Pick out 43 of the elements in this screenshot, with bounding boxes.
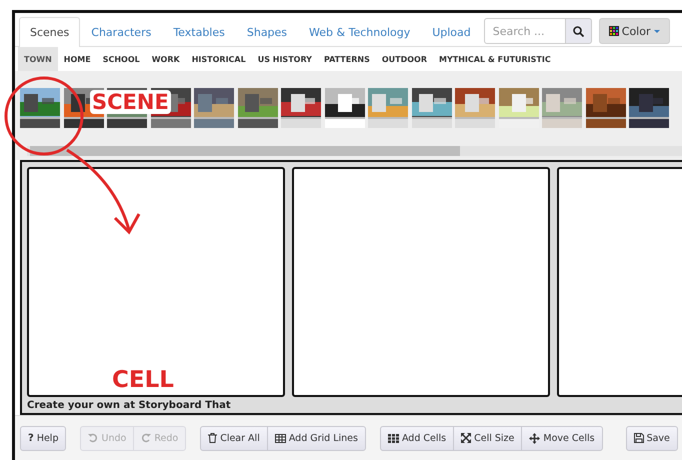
color-button[interactable]: Color xyxy=(598,18,670,44)
search-icon xyxy=(572,26,584,36)
tab[interactable]: Shapes xyxy=(236,17,298,47)
toolbar-button[interactable]: Add Grid Lines xyxy=(266,426,366,450)
storyboard-cell[interactable] xyxy=(27,167,285,397)
toolbar-button[interactable]: Clear All xyxy=(200,426,268,450)
undo-icon xyxy=(88,433,98,443)
storyboard-cell[interactable] xyxy=(292,167,550,397)
question-icon: ? xyxy=(28,432,34,444)
palette-icon xyxy=(608,26,619,36)
redo-icon xyxy=(141,433,152,443)
category-tab[interactable]: SCHOOL xyxy=(96,47,146,71)
tab[interactable]: Textables xyxy=(162,17,236,47)
category-tab[interactable]: TOWN xyxy=(18,47,58,71)
footer-note: Create your own at Storyboard That xyxy=(27,400,232,411)
tab[interactable]: Upload xyxy=(421,17,482,47)
annotation-label: CELL xyxy=(112,367,174,393)
grid-icon xyxy=(274,434,286,442)
tab[interactable]: Web & Technology xyxy=(298,17,422,47)
expand-icon xyxy=(461,433,472,443)
toolbar-button[interactable]: Save xyxy=(626,426,678,450)
toolbar-button[interactable]: Add Cells xyxy=(380,426,454,450)
tab[interactable]: Characters xyxy=(80,17,162,47)
scrollbar-thumb[interactable] xyxy=(30,146,460,156)
floppy-icon xyxy=(634,433,644,443)
trash-icon xyxy=(208,433,218,443)
search-field[interactable]: Search ... xyxy=(484,18,566,44)
category-tab[interactable]: US HISTORY xyxy=(252,47,318,71)
category-tab[interactable]: MYTHICAL & FUTURISTIC xyxy=(433,47,557,71)
category-tab[interactable]: HOME xyxy=(58,47,97,71)
annotation-label: SCENE xyxy=(90,90,171,114)
toolbar-button[interactable]: Cell Size xyxy=(453,426,522,450)
tab[interactable]: Scenes xyxy=(19,17,80,47)
caret-icon xyxy=(654,30,660,32)
search-button[interactable] xyxy=(566,18,592,44)
grid-icon xyxy=(388,434,399,442)
category-tab[interactable]: HISTORICAL xyxy=(186,47,252,71)
toolbar-button[interactable]: Move Cells xyxy=(521,426,603,450)
category-tab[interactable]: WORK xyxy=(146,47,186,71)
category-tab[interactable]: PATTERNS xyxy=(318,47,376,71)
move-icon xyxy=(529,432,540,444)
toolbar-button[interactable]: ? Help xyxy=(20,426,66,450)
category-tab[interactable]: OUTDOOR xyxy=(376,47,434,71)
